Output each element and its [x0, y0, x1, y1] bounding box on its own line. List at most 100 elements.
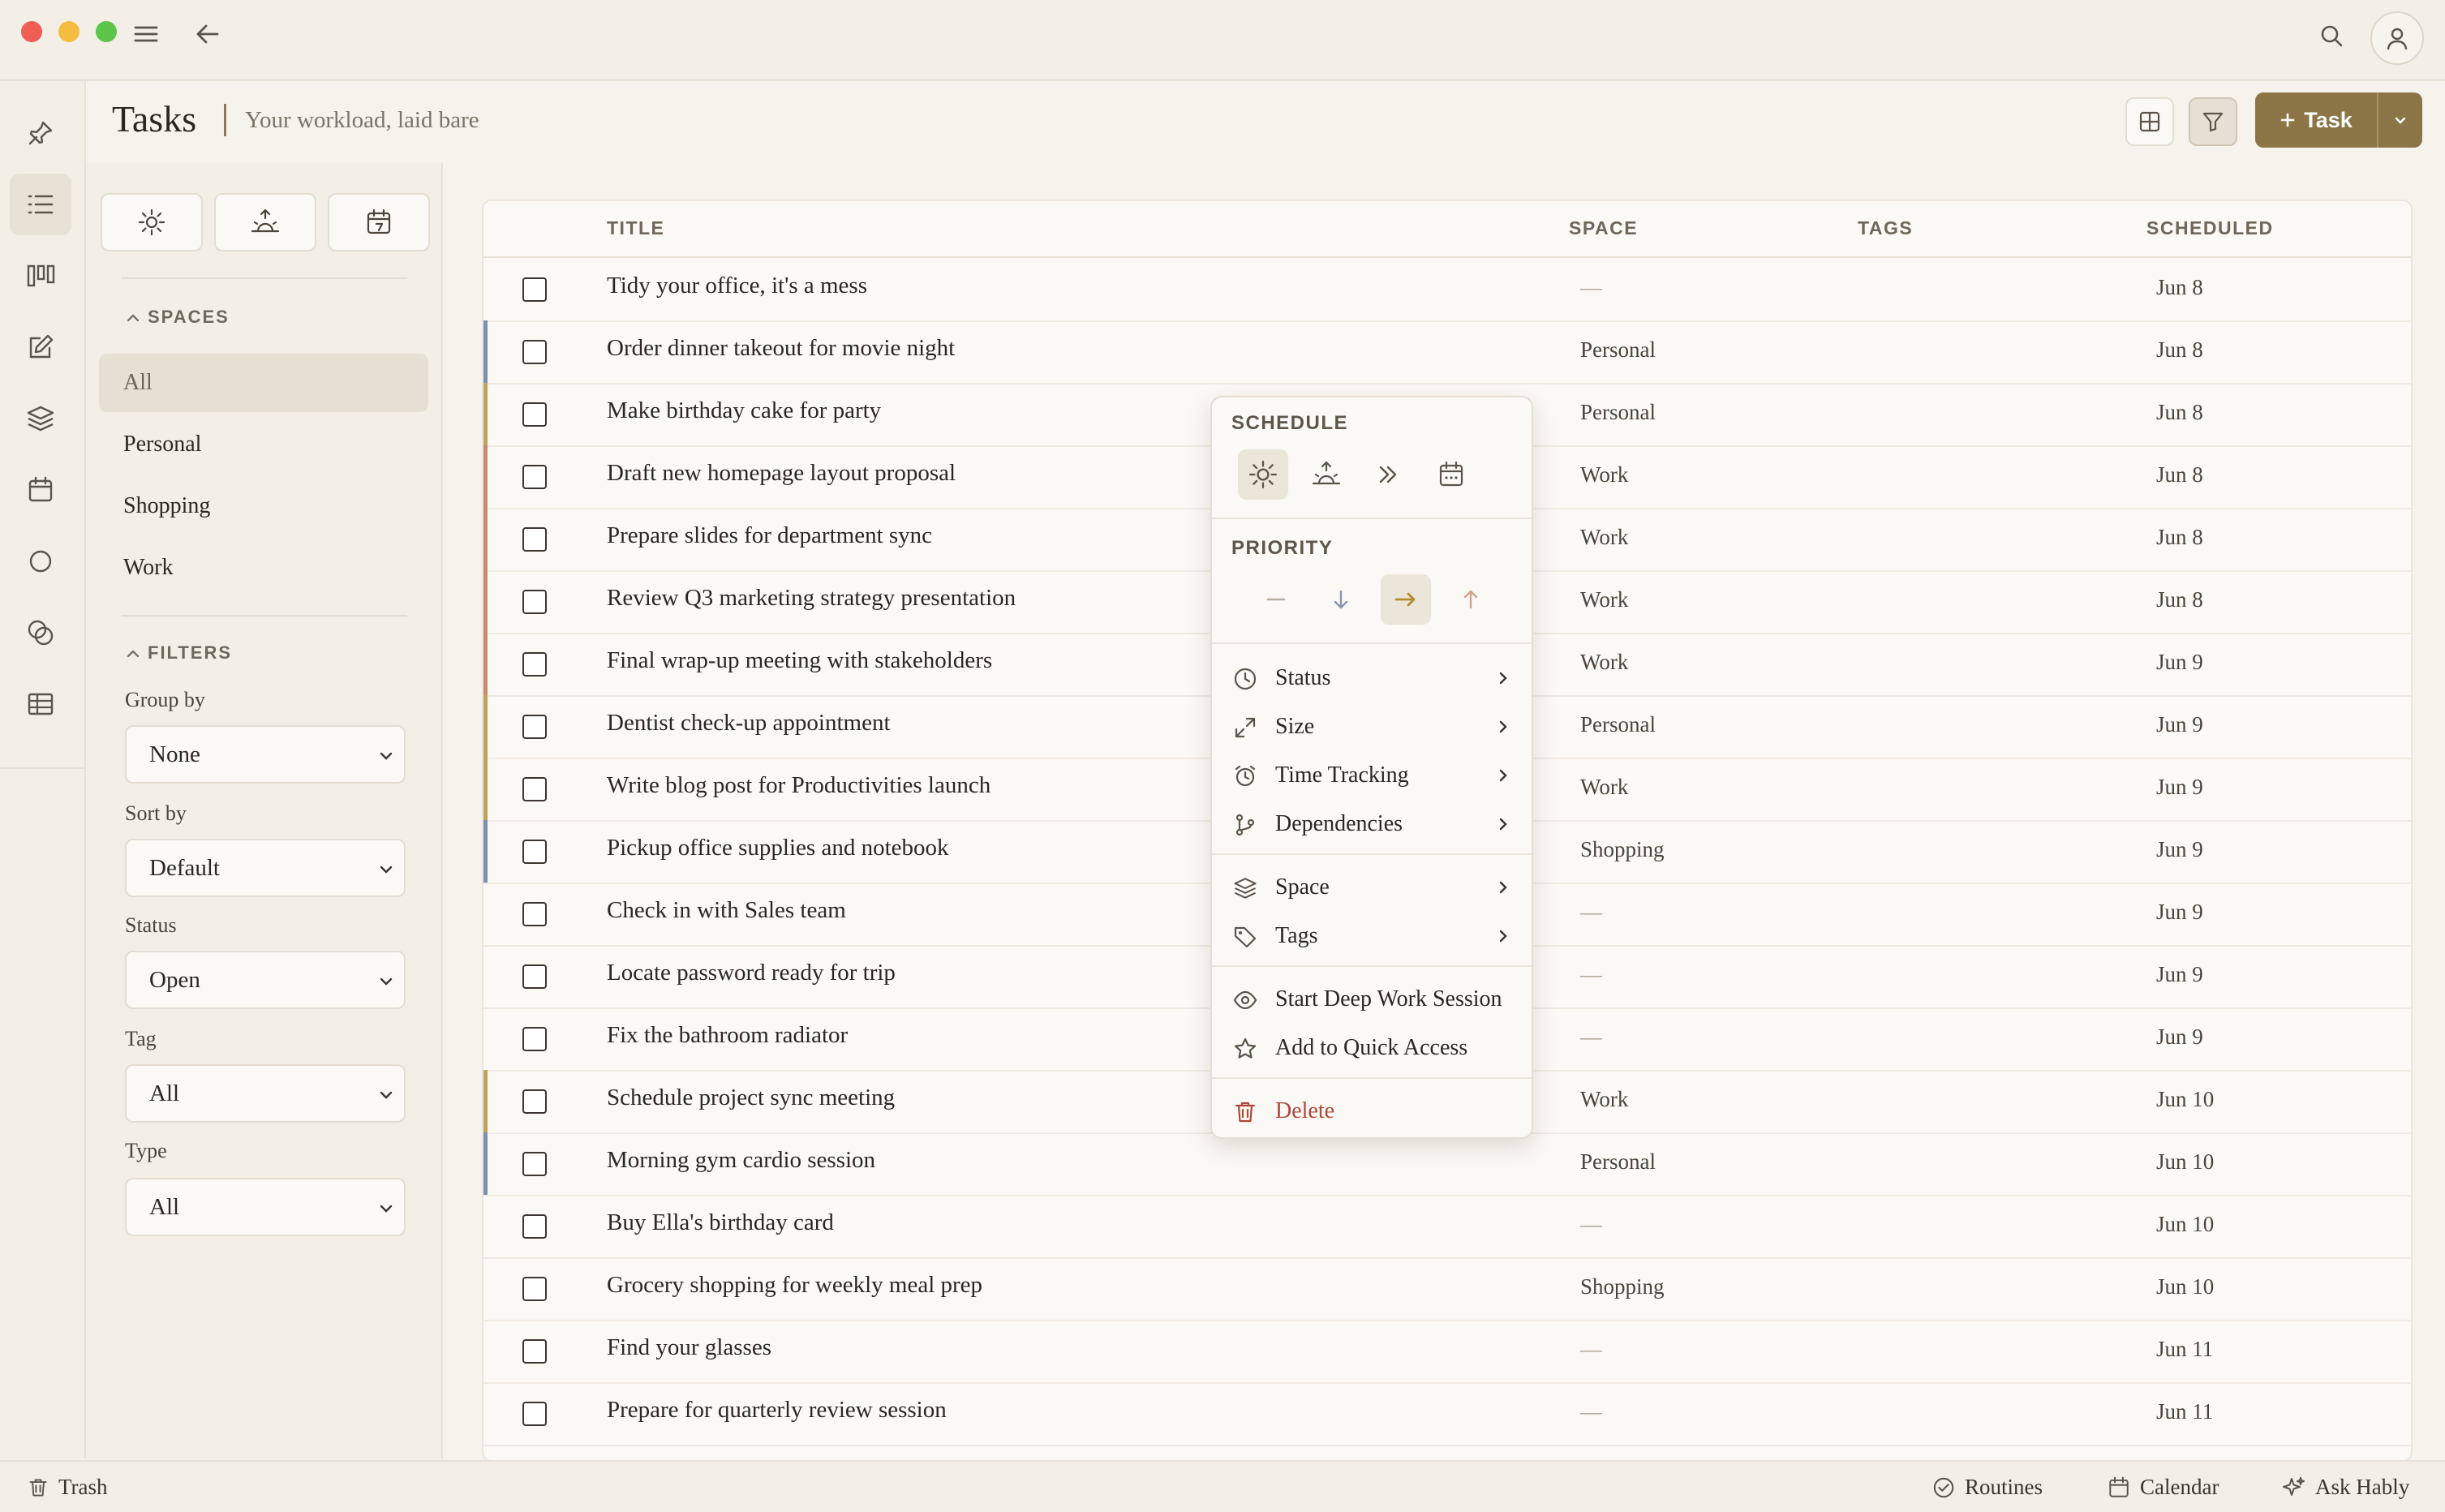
task-checkbox[interactable]	[522, 1277, 547, 1301]
task-title[interactable]: Grocery shopping for weekly meal prep	[607, 1272, 982, 1299]
menu-item-size[interactable]: Size	[1212, 704, 1532, 750]
shapes-icon[interactable]	[10, 602, 71, 664]
priority-medium-button[interactable]	[1381, 574, 1431, 625]
zoom-window-button[interactable]	[96, 21, 117, 42]
task-title[interactable]: Final wrap-up meeting with stakeholders	[607, 647, 992, 674]
task-title[interactable]: Review Q3 marketing strategy presentatio…	[607, 585, 1016, 612]
task-checkbox[interactable]	[522, 465, 547, 489]
task-title[interactable]: Prepare for quarterly review session	[607, 1397, 947, 1424]
task-checkbox[interactable]	[522, 590, 547, 614]
task-checkbox[interactable]	[522, 1089, 547, 1114]
table-row[interactable]: Order dinner takeout for movie night Pers…	[483, 320, 2411, 384]
menu-item-quick-access[interactable]: Add to Quick Access	[1212, 1025, 1532, 1071]
board-view-icon[interactable]	[10, 245, 71, 307]
sidebar-item-personal[interactable]: Personal	[99, 415, 428, 474]
new-task-dropdown[interactable]	[2378, 92, 2422, 148]
type-select[interactable]: All	[125, 1178, 406, 1236]
calendar-icon[interactable]	[10, 459, 71, 521]
table-row[interactable]: Buy Ella's birthday card — Jun 10	[483, 1195, 2411, 1259]
schedule-later-button[interactable]	[1363, 449, 1413, 500]
user-avatar-icon[interactable]	[2370, 11, 2424, 65]
task-checkbox[interactable]	[522, 964, 547, 989]
layers-icon[interactable]	[10, 388, 71, 449]
layout-toggle-button[interactable]	[2125, 97, 2174, 146]
calendar-filter-button[interactable]	[328, 193, 430, 251]
task-title[interactable]: Order dinner takeout for movie night	[607, 335, 955, 362]
column-header-title[interactable]: TITLE	[607, 217, 664, 239]
task-title[interactable]: Schedule project sync meeting	[607, 1085, 895, 1111]
menu-item-space[interactable]: Space	[1212, 865, 1532, 910]
sidebar-item-all[interactable]: All	[99, 354, 428, 412]
column-header-scheduled[interactable]: SCHEDULED	[2146, 217, 2274, 239]
task-title[interactable]: Pickup office supplies and notebook	[607, 835, 949, 861]
task-checkbox[interactable]	[522, 777, 547, 801]
task-checkbox[interactable]	[522, 1152, 547, 1176]
task-checkbox[interactable]	[522, 402, 547, 427]
menu-item-deep-work[interactable]: Start Deep Work Session	[1212, 977, 1532, 1022]
calendar-button[interactable]: Calendar	[2108, 1475, 2219, 1500]
task-title[interactable]: Make birthday cake for party	[607, 397, 881, 424]
sidebar-item-shopping[interactable]: Shopping	[99, 477, 428, 535]
table-row[interactable]: Tidy your office, it's a mess — Jun 8	[483, 258, 2411, 322]
task-title[interactable]: Draft new homepage layout proposal	[607, 460, 956, 487]
menu-item-delete[interactable]: Delete	[1212, 1089, 1532, 1134]
tag-select[interactable]: All	[125, 1064, 406, 1123]
table-row[interactable]: Morning gym cardio session Personal Jun 10	[483, 1132, 2411, 1196]
routines-button[interactable]: Routines	[1932, 1475, 2043, 1500]
menu-item-status[interactable]: Status	[1212, 655, 1532, 701]
back-arrow-icon[interactable]	[191, 18, 224, 50]
task-title[interactable]: Tidy your office, it's a mess	[607, 273, 867, 299]
priority-low-button[interactable]	[1316, 574, 1366, 625]
task-title[interactable]: Write blog post for Productivities launc…	[607, 772, 990, 799]
table-row[interactable]: Grocery shopping for weekly meal prep Sho…	[483, 1257, 2411, 1321]
column-header-tags[interactable]: TAGS	[1858, 217, 1913, 239]
task-title[interactable]: Dentist check-up appointment	[607, 710, 891, 737]
task-checkbox[interactable]	[522, 1339, 547, 1364]
menu-item-tags[interactable]: Tags	[1212, 913, 1532, 959]
task-title[interactable]: Buy Ella's birthday card	[607, 1209, 834, 1236]
task-checkbox[interactable]	[522, 1402, 547, 1426]
ask-hably-button[interactable]: Ask Hably	[2281, 1475, 2409, 1500]
task-title[interactable]: Morning gym cardio session	[607, 1147, 875, 1174]
task-checkbox[interactable]	[522, 1214, 547, 1239]
schedule-today-button[interactable]	[1238, 449, 1288, 500]
task-checkbox[interactable]	[522, 340, 547, 364]
sidebar-item-work[interactable]: Work	[99, 539, 428, 597]
new-task-button[interactable]: Task	[2255, 92, 2422, 148]
task-checkbox[interactable]	[522, 277, 547, 302]
table-view-icon[interactable]	[10, 673, 71, 735]
filter-button[interactable]	[2189, 97, 2237, 146]
task-checkbox[interactable]	[522, 1027, 547, 1051]
circle-icon[interactable]	[10, 530, 71, 592]
today-filter-button[interactable]	[101, 193, 203, 251]
list-view-icon[interactable]	[10, 174, 71, 235]
task-checkbox[interactable]	[522, 652, 547, 677]
pin-icon[interactable]	[10, 102, 71, 164]
close-window-button[interactable]	[21, 21, 42, 42]
trash-button[interactable]: Trash	[28, 1475, 108, 1500]
task-checkbox[interactable]	[522, 715, 547, 739]
menu-item-dependencies[interactable]: Dependencies	[1212, 801, 1532, 847]
search-icon[interactable]	[2315, 19, 2348, 52]
new-task-main[interactable]: Task	[2255, 92, 2378, 148]
menu-item-time-tracking[interactable]: Time Tracking	[1212, 753, 1532, 798]
sort-by-select[interactable]: Default	[125, 839, 406, 897]
task-checkbox[interactable]	[522, 840, 547, 864]
table-row[interactable]: Find your glasses — Jun 11	[483, 1320, 2411, 1384]
evening-filter-button[interactable]	[214, 193, 316, 251]
task-title[interactable]: Find your glasses	[607, 1334, 771, 1361]
minimize-window-button[interactable]	[58, 21, 79, 42]
column-header-space[interactable]: SPACE	[1569, 217, 1638, 239]
edit-note-icon[interactable]	[10, 316, 71, 378]
task-title[interactable]: Locate password ready for trip	[607, 960, 896, 986]
status-select[interactable]: Open	[125, 951, 406, 1009]
group-by-select[interactable]: None	[125, 725, 406, 784]
spaces-heading[interactable]: SPACES	[127, 307, 230, 328]
task-title[interactable]: Fix the bathroom radiator	[607, 1022, 848, 1049]
schedule-evening-button[interactable]	[1301, 449, 1351, 500]
task-title[interactable]: Prepare slides for department sync	[607, 522, 932, 549]
priority-none-button[interactable]	[1251, 574, 1301, 625]
filters-heading[interactable]: FILTERS	[127, 642, 232, 664]
task-checkbox[interactable]	[522, 527, 547, 552]
schedule-pick-date-button[interactable]	[1426, 449, 1476, 500]
